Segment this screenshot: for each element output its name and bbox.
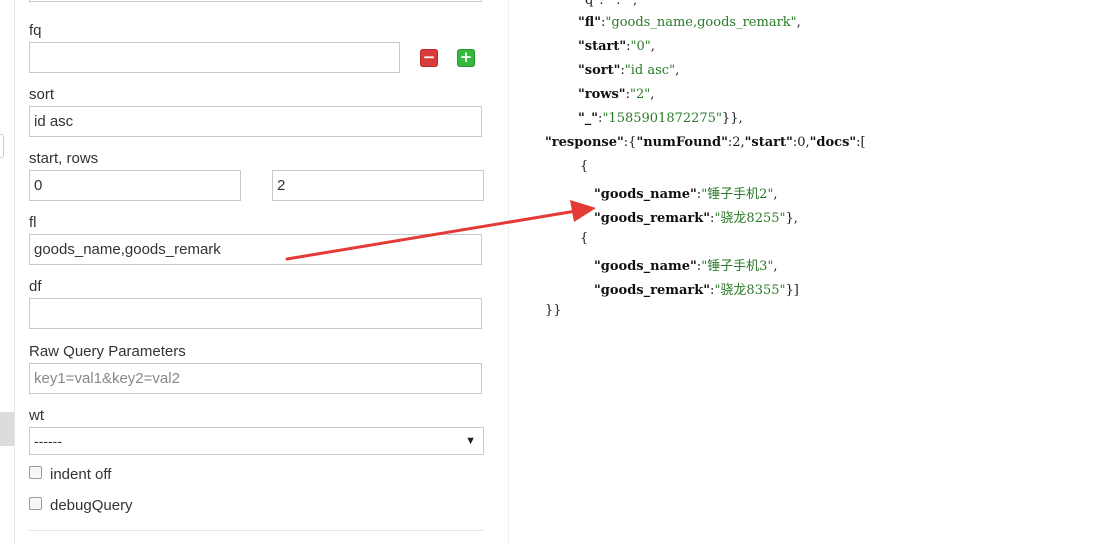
annotation-arrow-icon xyxy=(285,200,596,261)
